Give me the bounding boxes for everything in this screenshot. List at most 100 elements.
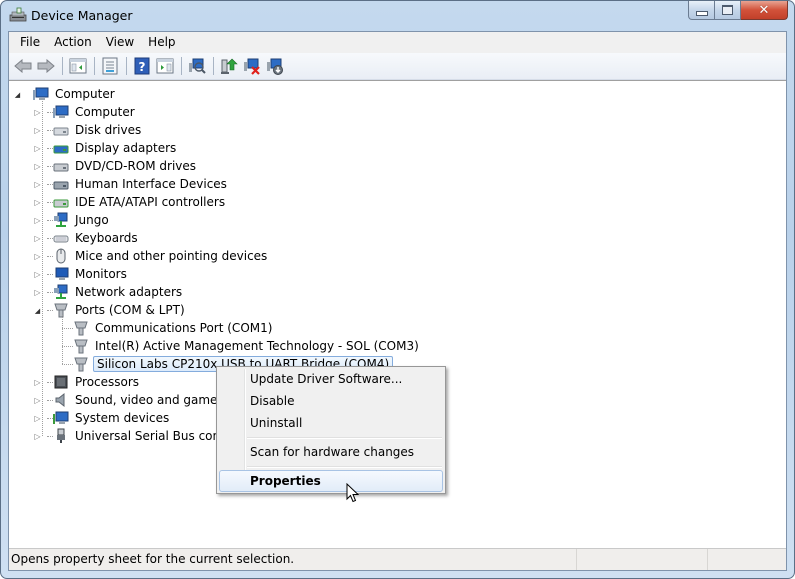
- dvd-drive-icon: [53, 163, 69, 172]
- expand-arrow-icon[interactable]: ▷: [33, 234, 42, 243]
- tree-connector: [47, 292, 53, 293]
- expand-arrow-icon[interactable]: ▷: [33, 432, 42, 441]
- maximize-button[interactable]: [715, 1, 741, 20]
- close-button[interactable]: ✕: [741, 1, 788, 20]
- tree-connector: [47, 112, 53, 113]
- port-icon: [74, 357, 88, 372]
- expand-arrow-icon[interactable]: ▷: [33, 162, 42, 171]
- minimize-icon: [695, 10, 708, 16]
- status-text: Opens property sheet for the current sel…: [9, 549, 577, 570]
- disable-button[interactable]: [264, 55, 286, 77]
- menu-item-properties[interactable]: Properties: [219, 470, 443, 492]
- tree-category[interactable]: Ports (COM & LPT): [53, 301, 187, 319]
- toolbar-separator: [213, 57, 214, 75]
- back-button[interactable]: [12, 55, 34, 77]
- expand-arrow-icon[interactable]: ▷: [33, 288, 42, 297]
- tree-category[interactable]: Human Interface Devices: [53, 175, 229, 193]
- processor-icon: [54, 375, 68, 389]
- expand-arrow-icon[interactable]: ▷: [33, 414, 42, 423]
- tree-connector: [47, 436, 53, 437]
- tree-item-label: Display adapters: [75, 141, 177, 155]
- menu-item-scan-hardware[interactable]: Scan for hardware changes: [219, 441, 443, 463]
- network-adapter-icon: [54, 284, 68, 299]
- expand-arrow-icon[interactable]: ▷: [33, 396, 42, 405]
- menu-bar: File Action View Help: [9, 32, 786, 53]
- scan-hardware-icon: [189, 58, 206, 74]
- tree-item-label: Mice and other pointing devices: [75, 249, 268, 263]
- expand-arrow-icon[interactable]: ▷: [33, 378, 42, 387]
- tree-category[interactable]: IDE ATA/ATAPI controllers: [53, 193, 227, 211]
- tree-root[interactable]: Computer: [33, 85, 117, 103]
- menu-item-disable[interactable]: Disable: [219, 390, 443, 412]
- collapse-arrow-icon[interactable]: ◢: [13, 90, 22, 99]
- tree-item-label: Processors: [75, 375, 140, 389]
- menu-view[interactable]: View: [99, 32, 141, 52]
- tree-connector: [47, 382, 53, 383]
- uninstall-icon: [244, 58, 260, 75]
- expand-arrow-icon[interactable]: ▷: [33, 270, 42, 279]
- update-driver-button[interactable]: [218, 55, 240, 77]
- toolbar-separator: [62, 57, 63, 75]
- tree-item-label: Computer: [55, 87, 115, 101]
- show-hide-console-tree-button[interactable]: [67, 55, 89, 77]
- tree-connector: [62, 364, 73, 365]
- expand-arrow-icon[interactable]: ▷: [33, 252, 42, 261]
- tree-category[interactable]: Jungo: [53, 211, 111, 229]
- back-arrow-icon: [14, 59, 32, 73]
- tree-connector: [47, 220, 53, 221]
- menu-action[interactable]: Action: [47, 32, 99, 52]
- tree-item[interactable]: Intel(R) Active Management Technology - …: [73, 337, 421, 355]
- tree-category[interactable]: Mice and other pointing devices: [53, 247, 269, 265]
- device-manager-icon: [9, 7, 27, 22]
- expand-arrow-icon[interactable]: ▷: [33, 108, 42, 117]
- computer-icon: [33, 87, 49, 100]
- tree-connector: [47, 202, 53, 203]
- tree-connector: [47, 274, 53, 275]
- scan-hardware-button[interactable]: [186, 55, 208, 77]
- show-hide-action-pane-button[interactable]: [154, 55, 176, 77]
- expand-arrow-icon[interactable]: ▷: [33, 126, 42, 135]
- menu-file[interactable]: File: [9, 32, 47, 52]
- usb-icon: [57, 428, 65, 443]
- expand-arrow-icon[interactable]: ▷: [33, 180, 42, 189]
- menu-help[interactable]: Help: [141, 32, 182, 52]
- status-segment: [577, 549, 708, 570]
- ide-controller-icon: [53, 199, 69, 208]
- tree-category[interactable]: Disk drives: [53, 121, 143, 139]
- disable-icon: [267, 58, 283, 75]
- hid-icon: [53, 181, 69, 190]
- collapse-arrow-icon[interactable]: ◢: [33, 306, 42, 315]
- tree-category[interactable]: Keyboards: [53, 229, 140, 247]
- tree-item-label: Human Interface Devices: [75, 177, 227, 191]
- tree-connector: [62, 315, 63, 364]
- uninstall-button[interactable]: [241, 55, 263, 77]
- toolbar-separator: [181, 57, 182, 75]
- forward-button[interactable]: [35, 55, 57, 77]
- tree-connector: [47, 310, 53, 311]
- window-title: Device Manager: [31, 8, 133, 23]
- speaker-icon: [55, 392, 65, 408]
- expand-arrow-icon[interactable]: ▷: [33, 198, 42, 207]
- properties-button[interactable]: [99, 55, 121, 77]
- title-bar[interactable]: Device Manager ✕: [1, 1, 794, 31]
- console-tree-icon: [69, 58, 87, 74]
- tree-item-label: Jungo: [75, 213, 109, 227]
- tree-category[interactable]: Processors: [53, 373, 141, 391]
- minimize-button[interactable]: [688, 1, 715, 20]
- tree-item-label: Communications Port (COM1): [95, 321, 273, 335]
- tree-category[interactable]: System devices: [53, 409, 171, 427]
- tree-connector: [47, 238, 53, 239]
- tree-category[interactable]: Monitors: [53, 265, 129, 283]
- expand-arrow-icon[interactable]: ▷: [33, 216, 42, 225]
- help-button[interactable]: ?: [131, 55, 153, 77]
- forward-arrow-icon: [37, 59, 55, 73]
- menu-item-update-driver[interactable]: Update Driver Software...: [219, 368, 443, 390]
- tree-category[interactable]: DVD/CD-ROM drives: [53, 157, 198, 175]
- menu-item-uninstall[interactable]: Uninstall: [219, 412, 443, 434]
- tree-category[interactable]: Display adapters: [53, 139, 178, 157]
- tree-category[interactable]: Computer: [53, 103, 137, 121]
- tree-category[interactable]: Network adapters: [53, 283, 184, 301]
- tree-item[interactable]: Communications Port (COM1): [73, 319, 274, 337]
- maximize-icon: [722, 5, 733, 15]
- expand-arrow-icon[interactable]: ▷: [33, 144, 42, 153]
